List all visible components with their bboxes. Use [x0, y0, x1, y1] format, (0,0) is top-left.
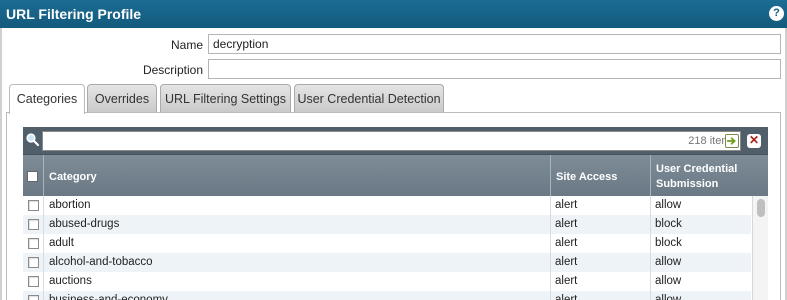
- table-row[interactable]: business-and-economy alert allow: [23, 291, 751, 300]
- vertical-scrollbar[interactable]: [752, 196, 768, 300]
- cell-site-access[interactable]: alert: [555, 256, 577, 268]
- row-checkbox[interactable]: [28, 257, 39, 268]
- tab-divider: [6, 112, 781, 113]
- scrollbar-thumb[interactable]: [757, 199, 765, 217]
- search-icon: [26, 133, 39, 146]
- column-divider: [550, 196, 551, 300]
- cell-user-credential-submission[interactable]: allow: [655, 256, 681, 268]
- table-row[interactable]: abortion alert allow: [23, 196, 751, 215]
- table-row[interactable]: abused-drugs alert block: [23, 215, 751, 234]
- name-label: Name: [170, 38, 203, 52]
- window-title: URL Filtering Profile: [6, 6, 142, 22]
- row-checkbox[interactable]: [28, 219, 39, 230]
- name-field[interactable]: decryption: [208, 34, 781, 54]
- row-checkbox[interactable]: [28, 238, 39, 249]
- cell-user-credential-submission[interactable]: allow: [655, 199, 681, 211]
- cell-site-access[interactable]: alert: [555, 199, 577, 211]
- select-all-checkbox[interactable]: [27, 171, 38, 182]
- tab-overrides[interactable]: Overrides: [87, 84, 157, 113]
- cell-user-credential-submission[interactable]: block: [655, 237, 682, 249]
- cell-category: adult: [49, 237, 74, 249]
- column-header-user-credential-submission[interactable]: User Credential Submission: [650, 155, 768, 196]
- cell-category: alcohol-and-tobacco: [49, 256, 153, 268]
- arrow-right-icon[interactable]: [725, 134, 739, 148]
- tab-url-filtering-settings[interactable]: URL Filtering Settings: [160, 84, 291, 113]
- table-row[interactable]: adult alert block: [23, 234, 751, 253]
- cell-site-access[interactable]: alert: [555, 294, 577, 300]
- categories-grid: 218 items ✕ Category Site Access User Cr…: [23, 127, 768, 300]
- row-checkbox[interactable]: [28, 276, 39, 287]
- cell-category: abused-drugs: [49, 218, 120, 230]
- filter-input[interactable]: 218 items: [42, 131, 741, 151]
- filter-bar: 218 items ✕: [23, 127, 768, 154]
- cell-site-access[interactable]: alert: [555, 237, 577, 249]
- table-row[interactable]: auctions alert allow: [23, 272, 751, 291]
- cell-site-access[interactable]: alert: [555, 218, 577, 230]
- row-checkbox[interactable]: [28, 295, 39, 300]
- tab-user-credential-detection[interactable]: User Credential Detection: [294, 84, 444, 113]
- cell-category: auctions: [49, 275, 92, 287]
- title-bar: URL Filtering Profile ?: [0, 0, 787, 28]
- cell-user-credential-submission[interactable]: block: [655, 218, 682, 230]
- column-divider: [650, 196, 651, 300]
- table-row[interactable]: alcohol-and-tobacco alert allow: [23, 253, 751, 272]
- tab-categories[interactable]: Categories: [9, 84, 85, 114]
- table-body: abortion alert allow abused-drugs alert …: [23, 196, 768, 300]
- cell-user-credential-submission[interactable]: allow: [655, 294, 681, 300]
- row-checkbox[interactable]: [28, 200, 39, 211]
- help-icon[interactable]: ?: [769, 6, 784, 21]
- column-header-site-access[interactable]: Site Access: [550, 155, 650, 196]
- description-label: Description: [142, 63, 203, 77]
- column-header-category[interactable]: Category: [43, 155, 550, 196]
- clear-x-icon[interactable]: ✕: [747, 134, 761, 148]
- cell-user-credential-submission[interactable]: allow: [655, 275, 681, 287]
- description-field[interactable]: [208, 59, 781, 79]
- table-header: Category Site Access User Credential Sub…: [23, 154, 768, 196]
- column-divider: [43, 196, 44, 300]
- cell-category: business-and-economy: [49, 294, 168, 300]
- cell-category: abortion: [49, 199, 91, 211]
- cell-site-access[interactable]: alert: [555, 275, 577, 287]
